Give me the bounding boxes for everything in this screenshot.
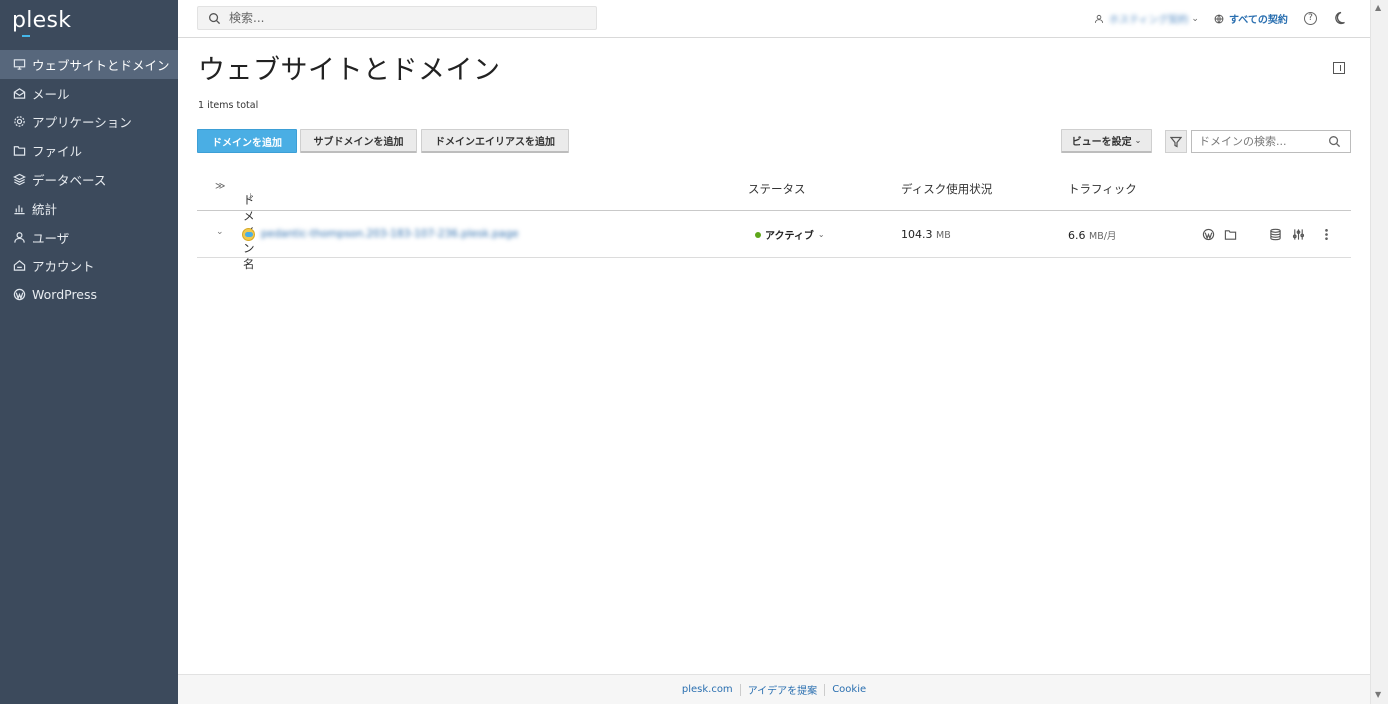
sidebar-item-mail[interactable]: メール (0, 79, 178, 108)
column-traffic: トラフィック (1068, 182, 1137, 196)
chevron-down-icon: ⌄ (817, 230, 825, 239)
sort-arrow-icon: ↓ (247, 192, 254, 201)
sidebar-item-label: アプリケーション (32, 115, 132, 131)
layers-icon (12, 173, 26, 187)
sidebar-item-files[interactable]: ファイル (0, 136, 178, 165)
footer-link-cookie[interactable]: Cookie (825, 684, 873, 695)
sidebar-item-label: WordPress (32, 287, 98, 303)
user-menu[interactable]: ホスティング契約 ⌄ (1094, 11, 1199, 26)
global-search[interactable] (197, 6, 597, 30)
scroll-up-icon[interactable]: ▲ (1375, 3, 1381, 12)
sidebar-item-label: アカウント (32, 259, 95, 275)
side-panel-toggle-icon[interactable] (1333, 62, 1345, 74)
sidebar-nav: ウェブサイトとドメイン メール アプリケーション ファイル データベース 統計 … (0, 50, 178, 309)
help-icon[interactable]: ? (1304, 12, 1317, 25)
account-icon (12, 259, 26, 273)
sidebar-item-label: 統計 (32, 201, 58, 217)
scroll-down-icon[interactable]: ▼ (1375, 690, 1381, 699)
wordpress-icon (12, 288, 26, 302)
status-label: アクティブ (765, 231, 814, 242)
table-row: ⌄ pedantic-thompson.203-183-107-236.ples… (197, 211, 1351, 258)
sidebar-item-applications[interactable]: アプリケーション (0, 108, 178, 137)
domains-table: ≫ ドメイン名↓ ステータス ディスク使用状況 トラフィック ⌄ pedanti… (197, 170, 1351, 271)
traffic-value: 6.6 MB/月 (1068, 229, 1117, 242)
sidebar-item-label: データベース (32, 173, 107, 189)
wordpress-icon[interactable] (1200, 226, 1216, 242)
sidebar: plesk ウェブサイトとドメイン メール アプリケーション ファイル データベ… (0, 0, 178, 704)
column-disk-usage: ディスク使用状況 (901, 182, 993, 196)
items-total: 1 items total (198, 100, 259, 111)
chevron-down-icon: ⌄ (1191, 13, 1199, 24)
sidebar-item-databases[interactable]: データベース (0, 165, 178, 194)
filter-button[interactable] (1165, 130, 1187, 153)
expand-all-icon[interactable]: ≫ (215, 181, 225, 192)
search-input[interactable] (229, 11, 579, 25)
database-icon[interactable] (1267, 226, 1283, 242)
top-header: ホスティング契約 ⌄ すべての契約 ? (178, 0, 1370, 38)
footer: plesk.com アイデアを提案 Cookie (178, 674, 1370, 704)
moon-icon (1335, 11, 1345, 25)
settings-sliders-icon[interactable] (1290, 226, 1306, 242)
user-icon (1094, 14, 1104, 23)
monitor-icon (12, 57, 26, 71)
sidebar-item-statistics[interactable]: 統計 (0, 194, 178, 223)
globe-icon (1214, 14, 1224, 23)
sidebar-item-websites-domains[interactable]: ウェブサイトとドメイン (0, 50, 178, 79)
search-icon[interactable] (1328, 135, 1341, 148)
more-options-icon[interactable] (1318, 226, 1334, 242)
sidebar-item-label: メール (32, 86, 70, 102)
footer-link-suggest-idea[interactable]: アイデアを提案 (741, 682, 825, 697)
set-view-label: ビューを設定 (1071, 137, 1132, 148)
site-favicon-icon (242, 228, 255, 241)
domain-search-input[interactable] (1192, 135, 1328, 148)
sidebar-item-label: ユーザ (32, 230, 70, 246)
status-dropdown[interactable]: アクティブ ⌄ (755, 227, 825, 242)
sidebar-item-label: ファイル (32, 144, 83, 160)
mail-icon (12, 86, 26, 100)
status-dot-icon (755, 231, 761, 238)
sidebar-item-wordpress[interactable]: WordPress (0, 280, 178, 309)
chevron-down-icon: ⌄ (1134, 136, 1142, 145)
set-view-button[interactable]: ビューを設定 ⌄ (1061, 129, 1152, 153)
add-domain-alias-button[interactable]: ドメインエイリアスを追加 (421, 129, 569, 153)
filter-icon (1170, 136, 1182, 147)
footer-link-plesk[interactable]: plesk.com (675, 684, 740, 695)
dark-mode-toggle[interactable] (1334, 11, 1346, 28)
search-icon (209, 12, 221, 24)
sidebar-item-users[interactable]: ユーザ (0, 223, 178, 252)
folder-icon (12, 144, 26, 158)
all-subscriptions-link[interactable]: すべての契約 (1214, 11, 1288, 26)
user-icon (12, 230, 26, 244)
sidebar-item-account[interactable]: アカウント (0, 252, 178, 281)
add-subdomain-button[interactable]: サブドメインを追加 (300, 129, 417, 153)
folder-icon[interactable] (1222, 226, 1238, 242)
disk-usage-value: 104.3 MB (901, 228, 951, 241)
table-header: ≫ ドメイン名↓ ステータス ディスク使用状況 トラフィック (197, 170, 1351, 271)
domain-search[interactable] (1191, 130, 1351, 153)
subscriptions-label: すべての契約 (1229, 15, 1288, 26)
plesk-logo[interactable]: plesk (12, 8, 71, 37)
domain-link[interactable]: pedantic-thompson.203-183-107-236.plesk.… (261, 228, 518, 240)
row-expand-icon[interactable]: ⌄ (216, 227, 224, 237)
page-title: ウェブサイトとドメイン (198, 55, 501, 86)
user-name: ホスティング契約 (1109, 15, 1189, 26)
vertical-scrollbar[interactable]: ▲ ▼ (1370, 0, 1388, 704)
add-domain-button[interactable]: ドメインを追加 (197, 129, 297, 153)
gear-icon (12, 115, 26, 129)
sidebar-item-label: ウェブサイトとドメイン (32, 57, 170, 73)
main-content: ウェブサイトとドメイン 1 items total ドメインを追加 サブドメイン… (178, 38, 1370, 674)
column-status: ステータス (748, 182, 806, 196)
bar-chart-icon (12, 201, 26, 215)
